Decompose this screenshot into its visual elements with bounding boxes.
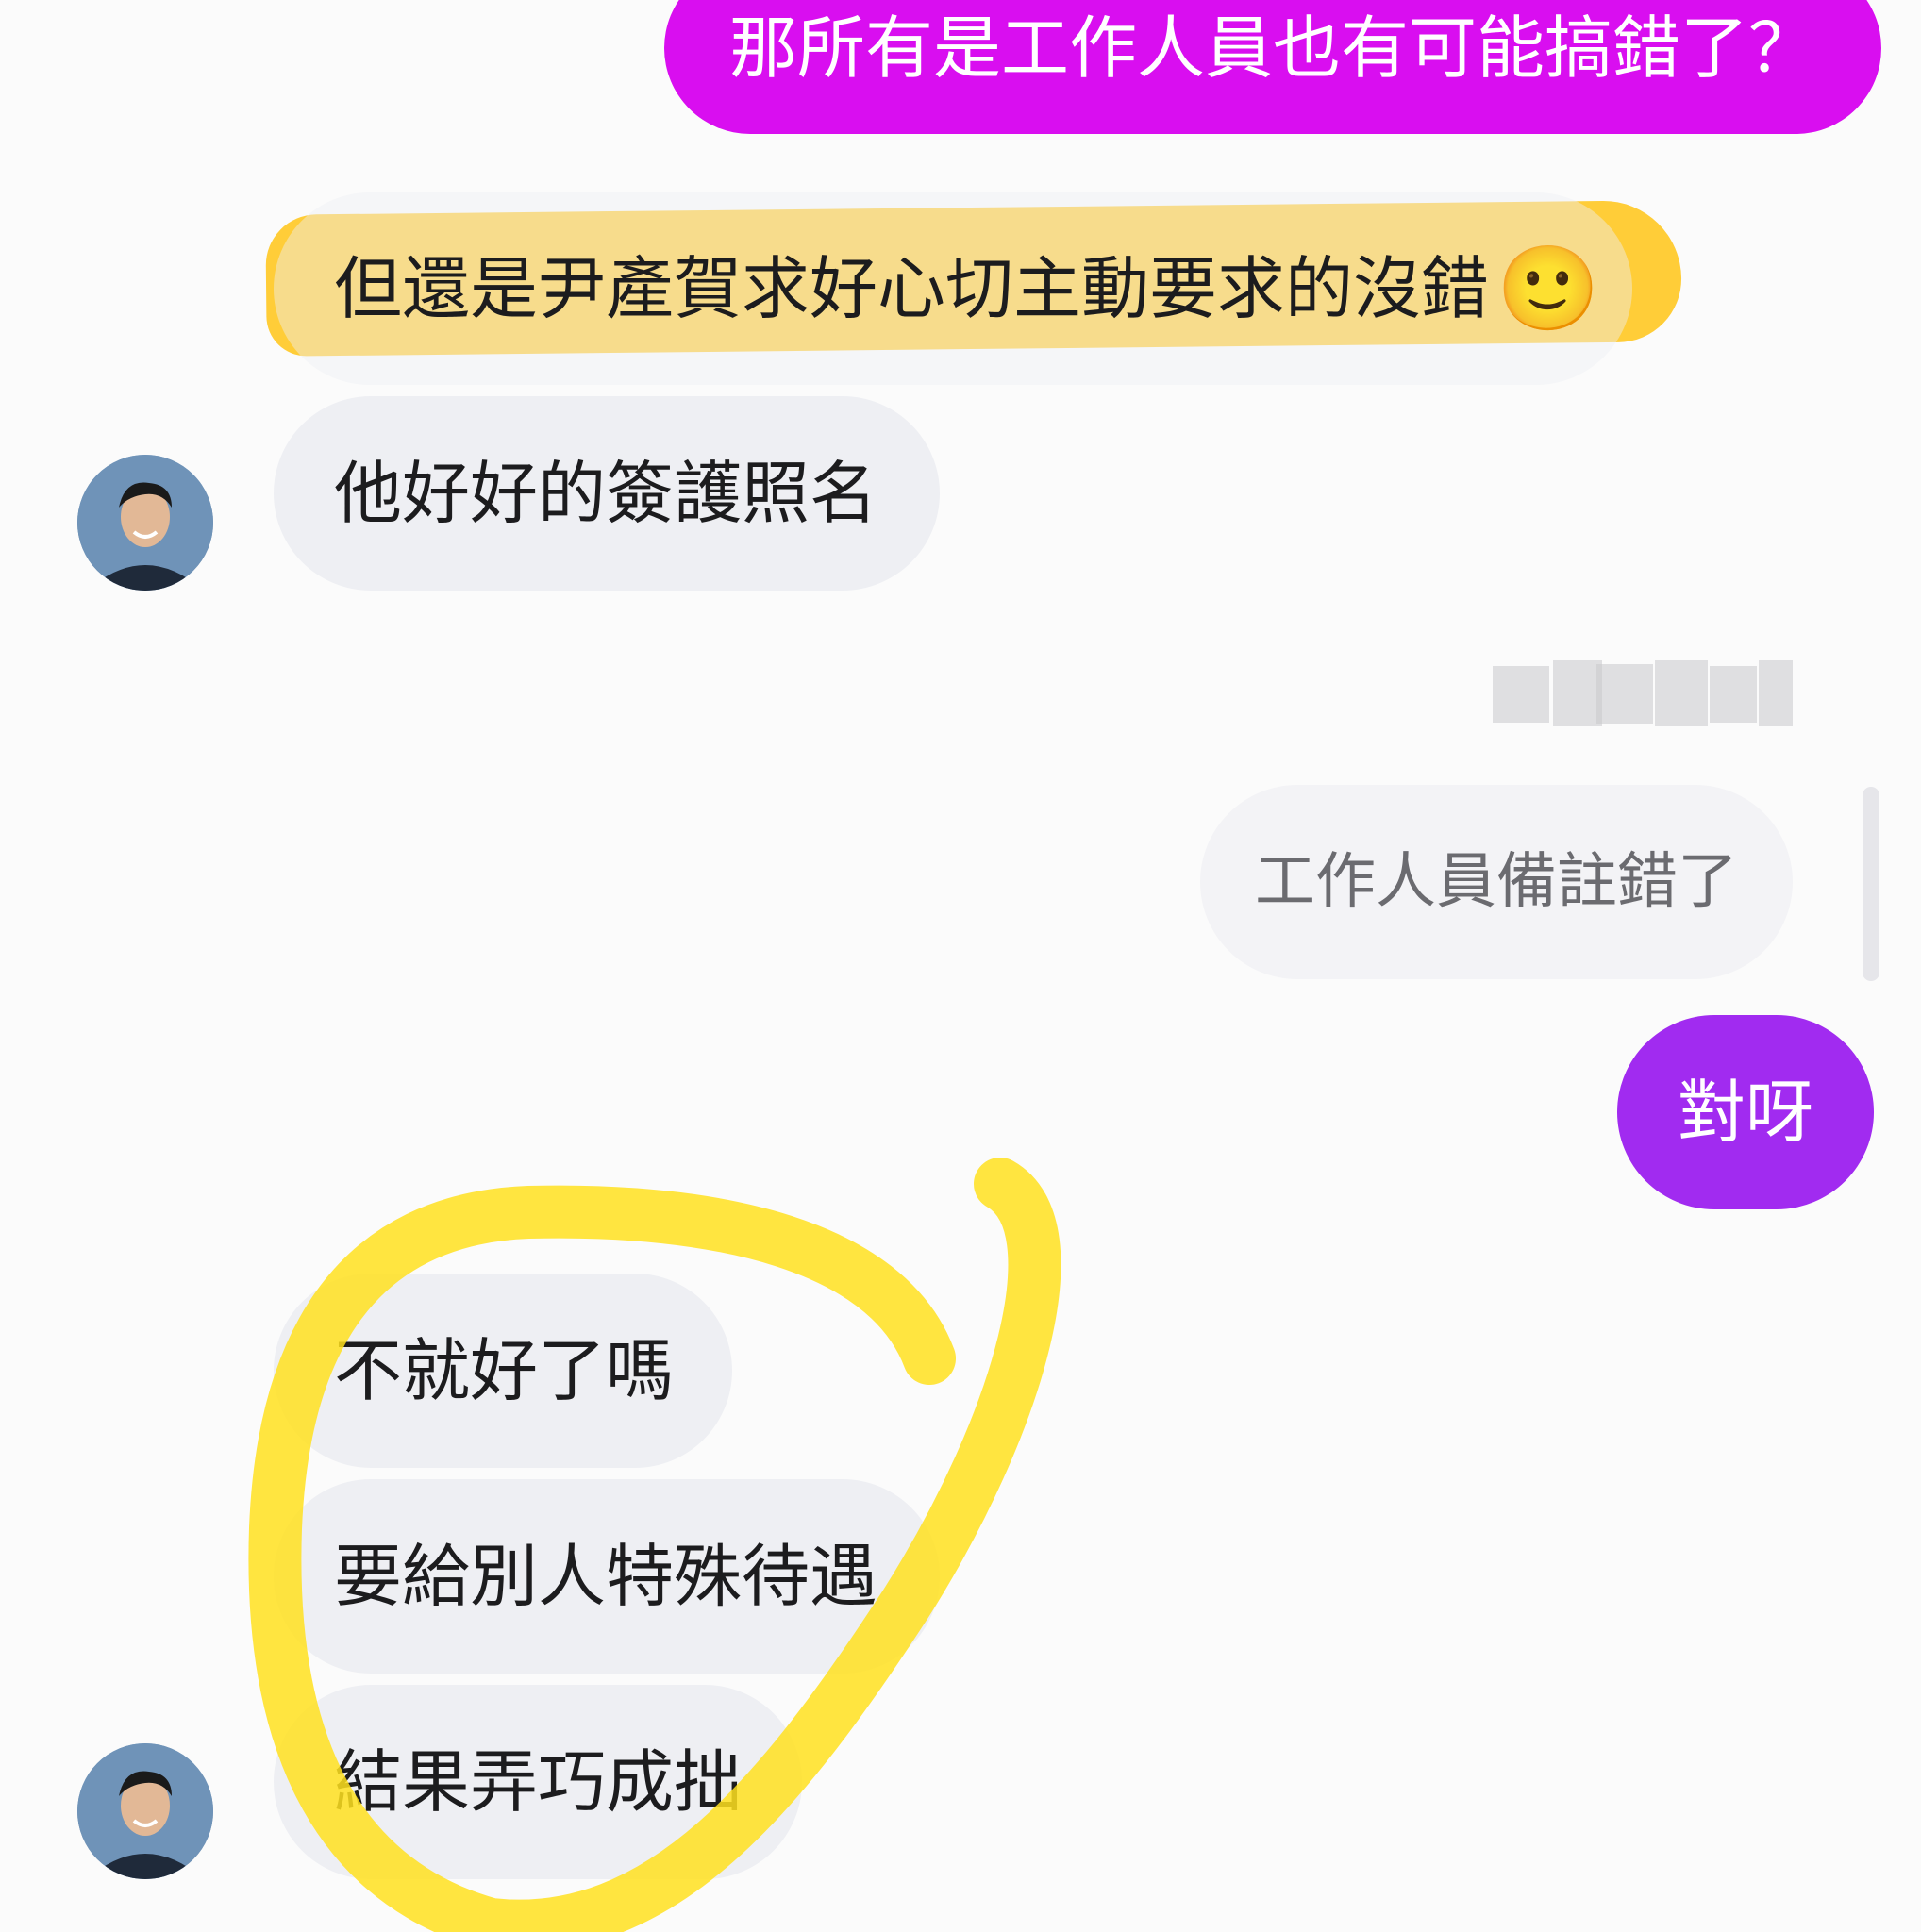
person-photo-icon <box>77 1743 213 1879</box>
message-text: 要給別人特殊待遇 <box>334 1537 878 1616</box>
slightly-smiling-face-icon: 🙂 <box>1496 240 1600 337</box>
message-text: 不就好了嗎 <box>334 1331 675 1410</box>
blurred-reply-label <box>1493 660 1804 728</box>
incoming-message-bubble[interactable]: 結果弄巧成拙 <box>274 1685 802 1879</box>
incoming-message-bubble[interactable]: 不就好了嗎 <box>274 1274 732 1468</box>
outgoing-message-bubble[interactable]: 那所有是工作人員也有可能搞錯了？ <box>664 0 1881 134</box>
message-text: 對呀 <box>1677 1073 1813 1152</box>
message-text: 但還是尹產賀求好心切主動要求的沒錯 <box>334 249 1490 328</box>
message-text: 那所有是工作人員也有可能搞錯了？ <box>728 8 1816 88</box>
person-photo-icon <box>77 455 213 591</box>
incoming-message-bubble[interactable]: 但還是尹產賀求好心切主動要求的沒錯 🙂 <box>274 192 1632 385</box>
outgoing-message-bubble[interactable]: 對呀 <box>1617 1015 1874 1209</box>
incoming-message-bubble[interactable]: 他好好的簽護照名 <box>274 396 940 591</box>
message-text: 他好好的簽護照名 <box>334 454 878 533</box>
contact-avatar[interactable] <box>77 1743 213 1879</box>
message-text: 結果弄巧成拙 <box>334 1742 743 1822</box>
contact-avatar[interactable] <box>77 455 213 591</box>
quoted-text: 工作人員備註錯了 <box>1255 847 1738 917</box>
quoted-reply-bubble[interactable]: 工作人員備註錯了 <box>1200 785 1793 979</box>
reply-indicator-bar <box>1863 787 1879 981</box>
incoming-message-bubble[interactable]: 要給別人特殊待遇 <box>274 1479 940 1674</box>
